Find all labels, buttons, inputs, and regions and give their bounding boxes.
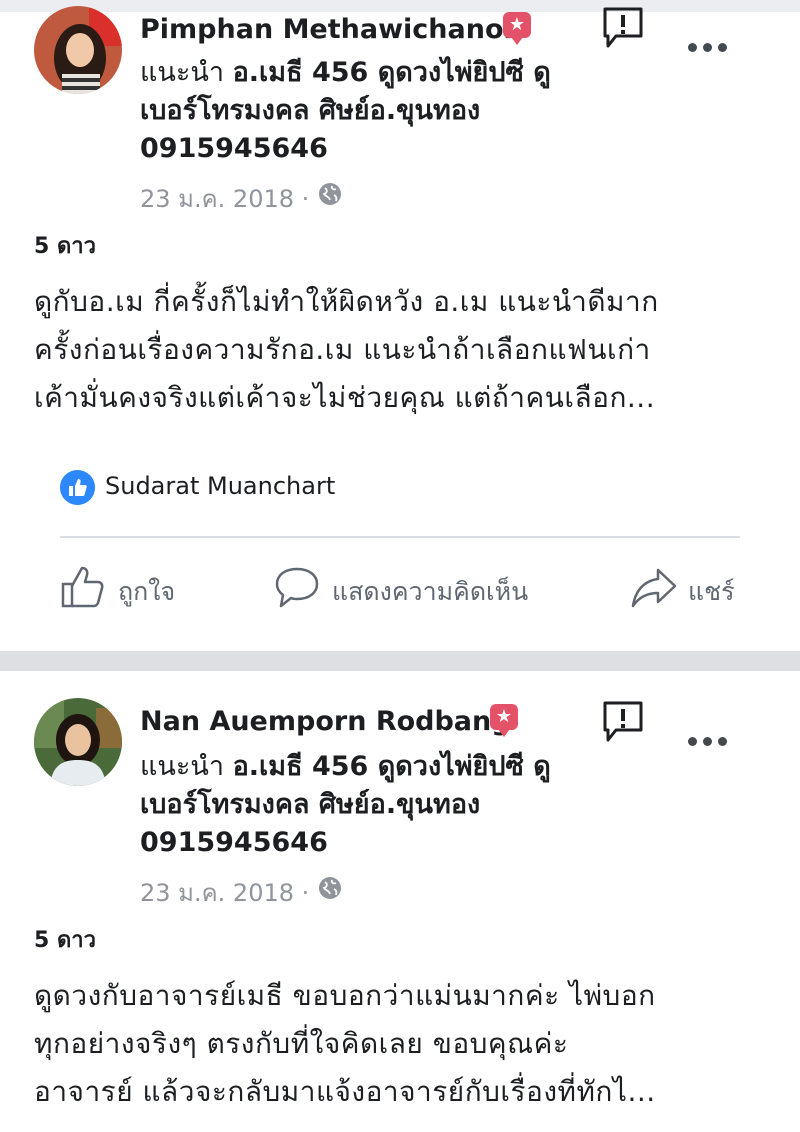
- author-name[interactable]: Pimphan Methawichanon: [140, 14, 523, 45]
- page-link[interactable]: อ.เมธี 456 ดูดวงไพ่ยิปซี ดู: [233, 57, 551, 88]
- recommendation-line-1: แนะนำ อ.เมธี 456 ดูดวงไพ่ยิปซี ดู: [140, 748, 551, 786]
- globe-icon: [319, 183, 341, 205]
- more-options-icon[interactable]: [688, 737, 730, 749]
- more-options-icon[interactable]: [688, 43, 730, 55]
- review-text-line: ครั้งก่อนเรื่องความรักอ.เม แนะนำถ้าเลือก…: [34, 333, 651, 366]
- recommendation-line-2[interactable]: เบอร์โทรมงคล ศิษย์อ.ขุนทอง: [140, 92, 480, 130]
- comment-bubble-icon: [275, 567, 319, 608]
- comment-label: แสดงความคิดเห็น: [332, 577, 529, 606]
- review-text-line: ทุกอย่างจริงๆ ตรงกับที่ใจคิดเลย ขอบคุณค่…: [34, 1027, 569, 1060]
- recommend-badge-icon: ★: [490, 704, 518, 737]
- share-label: แชร์: [688, 577, 735, 606]
- post-separator: [0, 651, 800, 671]
- post-date[interactable]: 23 ม.ค. 2018 ·: [140, 873, 309, 912]
- star-rating: 5 ดาว: [34, 234, 96, 259]
- recommend-prefix: แนะนำ: [140, 57, 224, 88]
- review-text-line[interactable]: อาจารย์ แล้วจะกลับมาแจ้งอาจารย์กับเรื่อง…: [34, 1070, 656, 1114]
- thumbs-up-reaction-icon: [60, 470, 95, 505]
- recommend-badge-icon: ★: [503, 12, 531, 45]
- liked-by-name[interactable]: Sudarat Muanchart: [105, 472, 335, 500]
- like-button[interactable]: ถูกใจ: [60, 562, 200, 612]
- recommendation-line-1: แนะนำ อ.เมธี 456 ดูดวงไพ่ยิปซี ดู: [140, 54, 551, 92]
- review-text-line: ดูกับอ.เม กี่ครั้งก็ไม่ทำให้ผิดหวัง อ.เม…: [34, 285, 659, 318]
- review-text-line[interactable]: เค้ามั่นคงจริงแต่เค้าจะไม่ช่วยคุณ แต่ถ้า…: [34, 376, 655, 420]
- recommendation-line-2[interactable]: เบอร์โทรมงคล ศิษย์อ.ขุนทอง: [140, 786, 480, 824]
- recommend-prefix: แนะนำ: [140, 751, 224, 782]
- star-rating: 5 ดาว: [34, 928, 96, 953]
- thumbs-up-icon: [61, 566, 104, 608]
- share-arrow-icon: [631, 568, 677, 608]
- page-link-cont[interactable]: เบอร์โทรมงคล ศิษย์อ.ขุนทอง: [140, 95, 480, 126]
- globe-icon: [319, 877, 341, 899]
- author-avatar[interactable]: [34, 698, 122, 786]
- page-link-cont[interactable]: เบอร์โทรมงคล ศิษย์อ.ขุนทอง: [140, 789, 480, 820]
- page-link[interactable]: อ.เมธี 456 ดูดวงไพ่ยิปซี ดู: [233, 751, 551, 782]
- recommendation-line-3[interactable]: 0915945646: [140, 824, 328, 862]
- page-phone[interactable]: 0915945646: [140, 827, 328, 858]
- post-date[interactable]: 23 ม.ค. 2018 ·: [140, 179, 309, 218]
- report-icon[interactable]: [602, 700, 644, 746]
- share-button[interactable]: แชร์: [630, 562, 750, 612]
- divider: [60, 536, 740, 538]
- page-phone[interactable]: 0915945646: [140, 133, 328, 164]
- author-avatar[interactable]: [34, 6, 122, 94]
- review-text-line: ดูดวงกับอาจารย์เมธี ขอบอกว่าแม่นมากค่ะ ไ…: [34, 979, 656, 1012]
- top-strip: [0, 0, 800, 12]
- comment-button[interactable]: แสดงความคิดเห็น: [274, 562, 564, 612]
- author-name[interactable]: Nan Auemporn Rodbang: [140, 706, 511, 737]
- recommendation-line-3[interactable]: 0915945646: [140, 130, 328, 168]
- like-label: ถูกใจ: [118, 577, 176, 606]
- report-icon[interactable]: [602, 6, 644, 52]
